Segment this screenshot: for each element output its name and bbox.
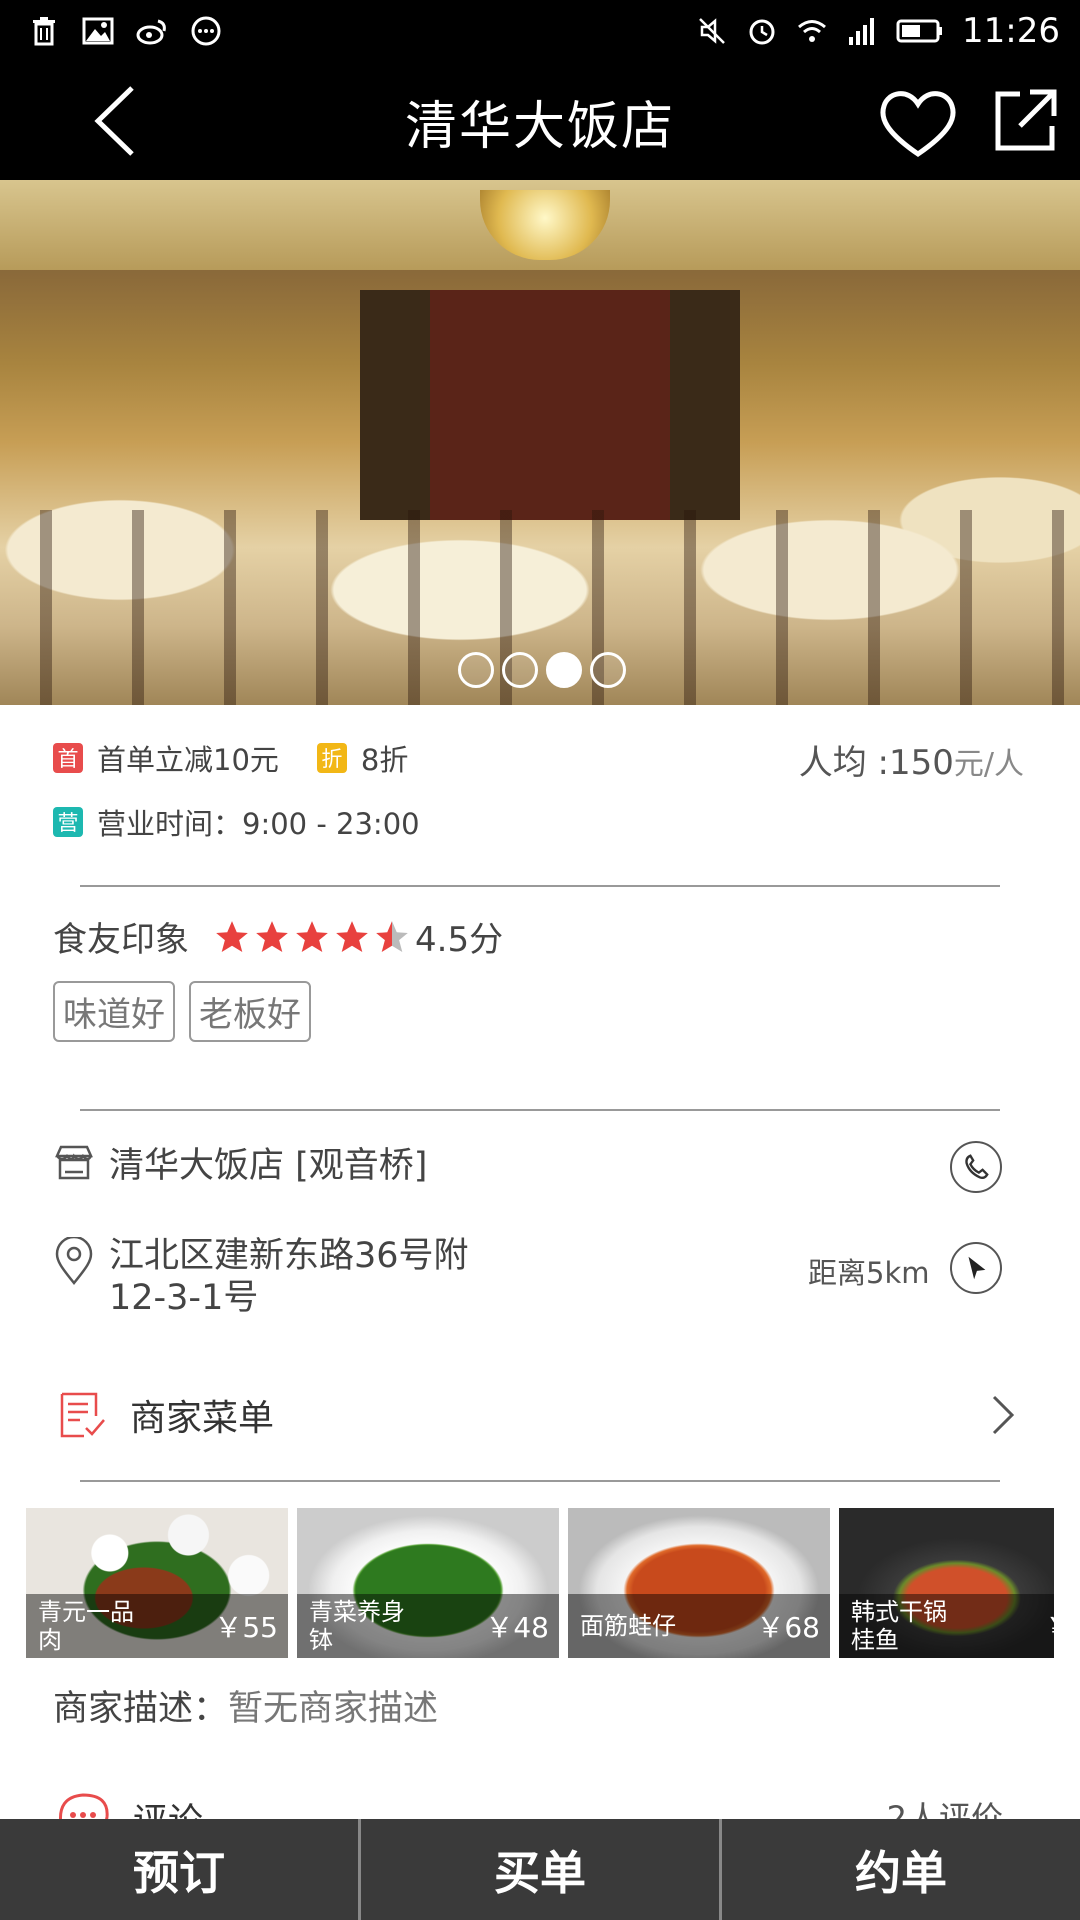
first-order-badge: 首 bbox=[53, 743, 83, 773]
phone-icon[interactable] bbox=[950, 1141, 1002, 1193]
rating-label: 食友印象 bbox=[53, 920, 189, 960]
dish-card[interactable]: 面筋蛙仔 ￥68 bbox=[568, 1508, 830, 1658]
dish-card[interactable]: 韩式干锅桂鱼 ￥1 bbox=[839, 1508, 1054, 1658]
dish-card[interactable]: 青元一品肉 ￥55 bbox=[26, 1508, 288, 1658]
more-circle-icon bbox=[190, 15, 222, 47]
status-time: 11:26 bbox=[962, 11, 1060, 51]
divider bbox=[80, 1109, 1000, 1111]
weibo-icon bbox=[136, 15, 168, 47]
dish-price: ￥55 bbox=[214, 1611, 278, 1644]
dish-price: ￥48 bbox=[485, 1611, 549, 1644]
status-bar: 11:26 bbox=[0, 0, 1080, 62]
merchant-description: 商家描述：暂无商家描述 bbox=[53, 1680, 438, 1731]
address-line: 12-3-1号 bbox=[109, 1278, 259, 1318]
page-title: 清华大饭店 bbox=[404, 96, 675, 157]
promotion-first-order: 首 首单立减10元 bbox=[53, 737, 279, 779]
share-icon[interactable] bbox=[990, 86, 1060, 156]
dish-carousel[interactable]: 青元一品肉 ￥55 青菜养身钵 ￥48 面筋蛙仔 ￥68 韩式干锅桂鱼 ￥1 bbox=[26, 1508, 1054, 1658]
divider bbox=[80, 1480, 1000, 1482]
shop-name: 清华大饭店 [观音桥] bbox=[109, 1146, 428, 1186]
page-dot[interactable] bbox=[502, 652, 538, 688]
hours-text: 营业时间：9:00 - 23:00 bbox=[97, 807, 420, 841]
navigation-icon[interactable] bbox=[950, 1242, 1002, 1294]
business-badge: 营 bbox=[53, 807, 83, 837]
promotion-text: 8折 bbox=[360, 743, 409, 777]
dish-caption: 青菜养身钵 ￥48 bbox=[297, 1594, 559, 1658]
average-price: 人均 :150元/人 bbox=[799, 735, 1024, 784]
star-icon bbox=[296, 920, 328, 952]
star-icon bbox=[216, 920, 248, 952]
battery-icon bbox=[896, 15, 944, 47]
image-icon bbox=[82, 15, 114, 47]
restaurant-photo-banner[interactable] bbox=[0, 180, 1080, 705]
rating: 食友印象 4.5分 bbox=[53, 912, 503, 961]
dish-price: ￥68 bbox=[756, 1611, 820, 1644]
chevron-left-icon[interactable] bbox=[80, 84, 150, 158]
avg-price-unit: 元/人 bbox=[953, 747, 1024, 782]
group-date-button[interactable]: 约单 bbox=[722, 1819, 1080, 1920]
half-star-icon bbox=[376, 920, 408, 952]
divider bbox=[80, 885, 1000, 887]
promotions: 首 首单立减10元 折 8折 bbox=[53, 737, 446, 779]
pay-bill-button[interactable]: 买单 bbox=[361, 1819, 722, 1920]
bottom-action-bar: 预订 买单 约单 bbox=[0, 1819, 1080, 1920]
dish-name: 青菜养身钵 bbox=[309, 1598, 405, 1654]
alarm-icon bbox=[746, 15, 778, 47]
location-pin-icon bbox=[55, 1237, 93, 1285]
shop-icon bbox=[55, 1145, 93, 1179]
impression-tag[interactable]: 味道好 bbox=[53, 981, 175, 1042]
description-label: 商家描述： bbox=[53, 1689, 229, 1729]
wifi-icon bbox=[796, 15, 828, 47]
discount-badge: 折 bbox=[316, 743, 347, 773]
avg-price-value: 150 bbox=[888, 743, 954, 783]
merchant-menu-row[interactable]: 商家菜单 bbox=[58, 1387, 1018, 1443]
distance: 距离5km bbox=[808, 1256, 930, 1290]
business-hours: 营 营业时间：9:00 - 23:00 bbox=[53, 801, 420, 843]
impression-tags: 味道好 老板好 bbox=[53, 981, 311, 1042]
dish-caption: 青元一品肉 ￥55 bbox=[26, 1594, 288, 1658]
star-rating bbox=[213, 918, 411, 956]
reserve-button[interactable]: 预订 bbox=[0, 1819, 361, 1920]
dish-card[interactable]: 青菜养身钵 ￥48 bbox=[297, 1508, 559, 1658]
heart-icon[interactable] bbox=[878, 86, 958, 160]
dish-caption: 面筋蛙仔 ￥68 bbox=[568, 1594, 830, 1658]
menu-list-icon bbox=[60, 1392, 105, 1438]
impression-tag[interactable]: 老板好 bbox=[189, 981, 311, 1042]
dish-name: 青元一品肉 bbox=[38, 1598, 134, 1654]
banner-page-indicator bbox=[458, 652, 626, 688]
dish-name: 韩式干锅 桂鱼 bbox=[851, 1598, 947, 1654]
rating-score: 4.5分 bbox=[415, 920, 504, 960]
page-dot[interactable] bbox=[458, 652, 494, 688]
star-icon bbox=[256, 920, 288, 952]
merchant-menu-label: 商家菜单 bbox=[130, 1398, 275, 1439]
dish-caption: 韩式干锅桂鱼 ￥1 bbox=[839, 1594, 1054, 1658]
chevron-right-icon bbox=[992, 1395, 1015, 1435]
address-line: 江北区建新东路36号附 bbox=[109, 1236, 469, 1276]
page-dot-active[interactable] bbox=[546, 652, 582, 688]
dish-price: ￥1 bbox=[1045, 1606, 1054, 1646]
signal-icon bbox=[846, 15, 878, 47]
dish-name: 面筋蛙仔 bbox=[580, 1612, 676, 1640]
description-value: 暂无商家描述 bbox=[228, 1689, 439, 1729]
avg-price-label: 人均 : bbox=[798, 743, 889, 783]
promotion-text: 首单立减10元 bbox=[97, 743, 279, 777]
star-icon bbox=[336, 920, 368, 952]
title-bar: 清华大饭店 bbox=[0, 62, 1080, 180]
address-row[interactable]: 江北区建新东路36号附 12-3-1号 bbox=[53, 1235, 529, 1319]
trash-icon bbox=[28, 15, 60, 47]
mute-icon bbox=[696, 15, 728, 47]
address-text: 江北区建新东路36号附 12-3-1号 bbox=[109, 1235, 529, 1319]
promotion-discount: 折 8折 bbox=[316, 737, 409, 779]
page-dot[interactable] bbox=[590, 652, 626, 688]
shop-name-row: 清华大饭店 [观音桥] bbox=[53, 1137, 427, 1188]
